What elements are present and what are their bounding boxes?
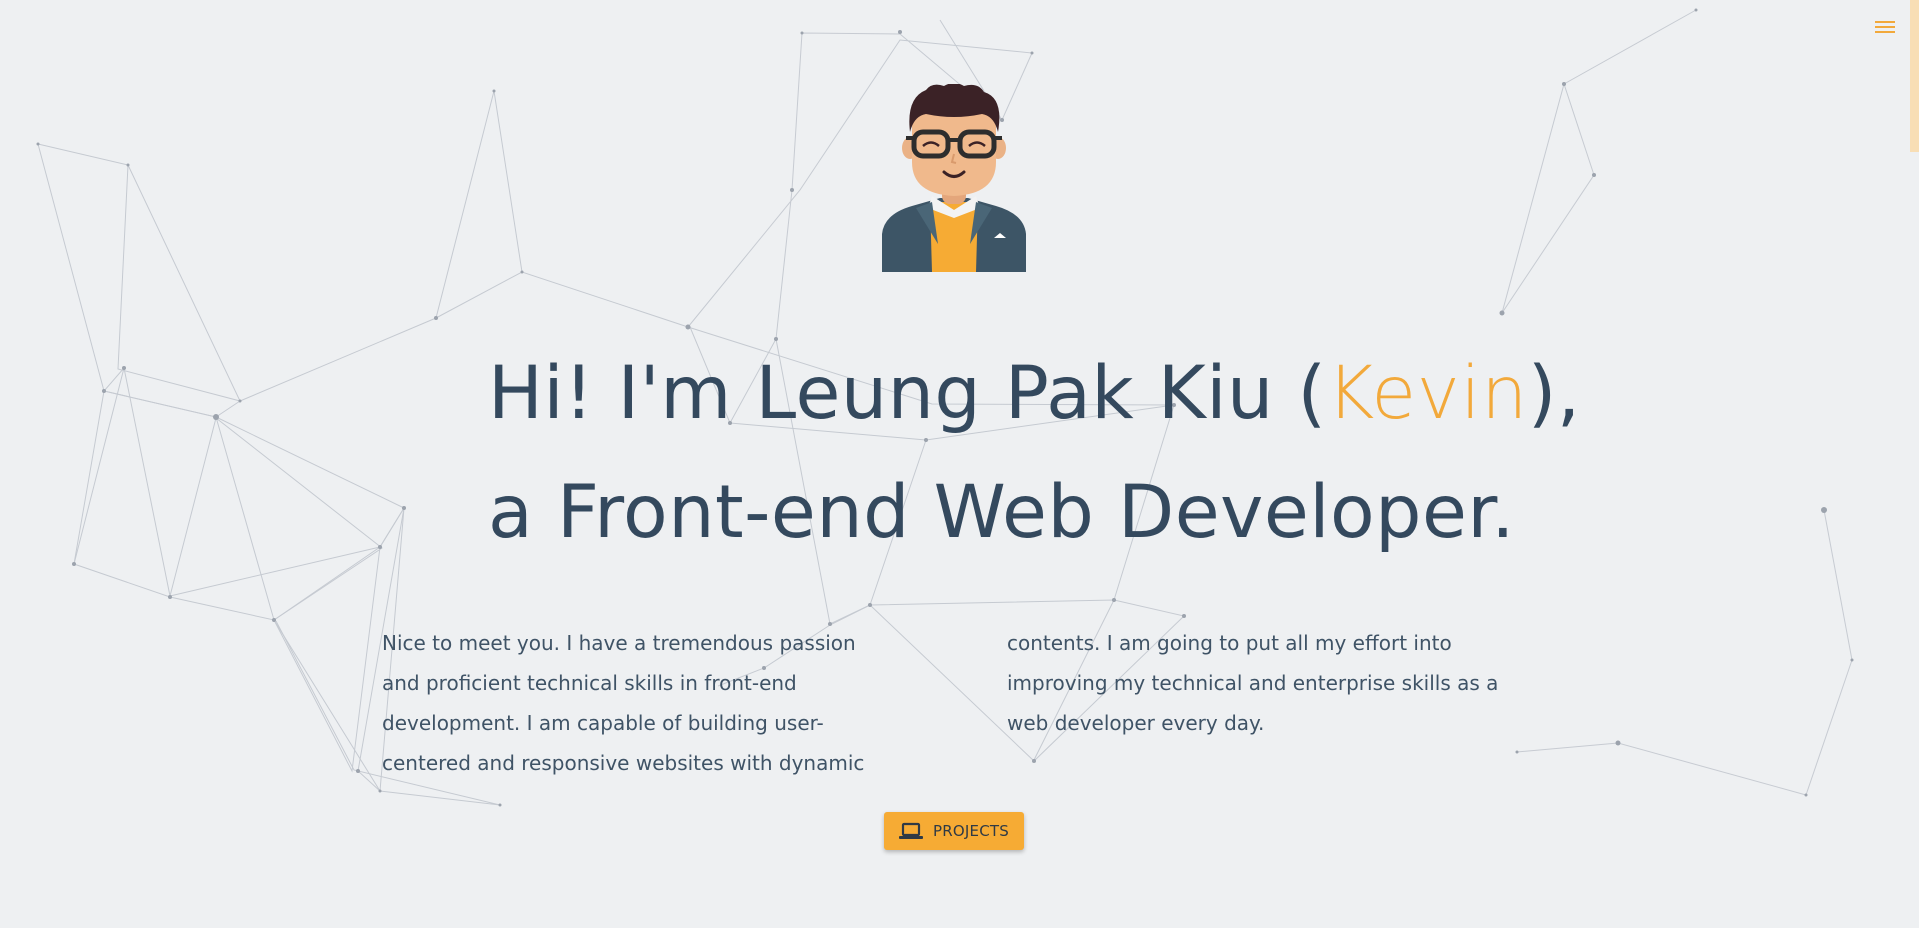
hamburger-menu-icon[interactable] — [1875, 16, 1897, 38]
nickname: Kevin — [1326, 351, 1528, 436]
avatar — [882, 84, 1026, 272]
page: Hi! I'm Leung Pak Kiu (Kevin), a Front-e… — [0, 0, 1919, 928]
greeting-prefix: Hi! I'm Leung Pak Kiu ( — [488, 351, 1327, 436]
projects-button-label: PROJECTS — [933, 822, 1009, 840]
tagline: a Front-end Web Developer. — [488, 470, 1515, 555]
laptop-icon — [899, 822, 924, 839]
headline: Hi! I'm Leung Pak Kiu (Kevin), a Front-e… — [488, 334, 1580, 572]
intro-text: Nice to meet you. I have a tremendous pa… — [382, 631, 1499, 775]
scroll-indicator[interactable] — [1910, 0, 1919, 152]
greeting-suffix: ), — [1527, 351, 1581, 436]
projects-button[interactable]: PROJECTS — [884, 812, 1024, 850]
